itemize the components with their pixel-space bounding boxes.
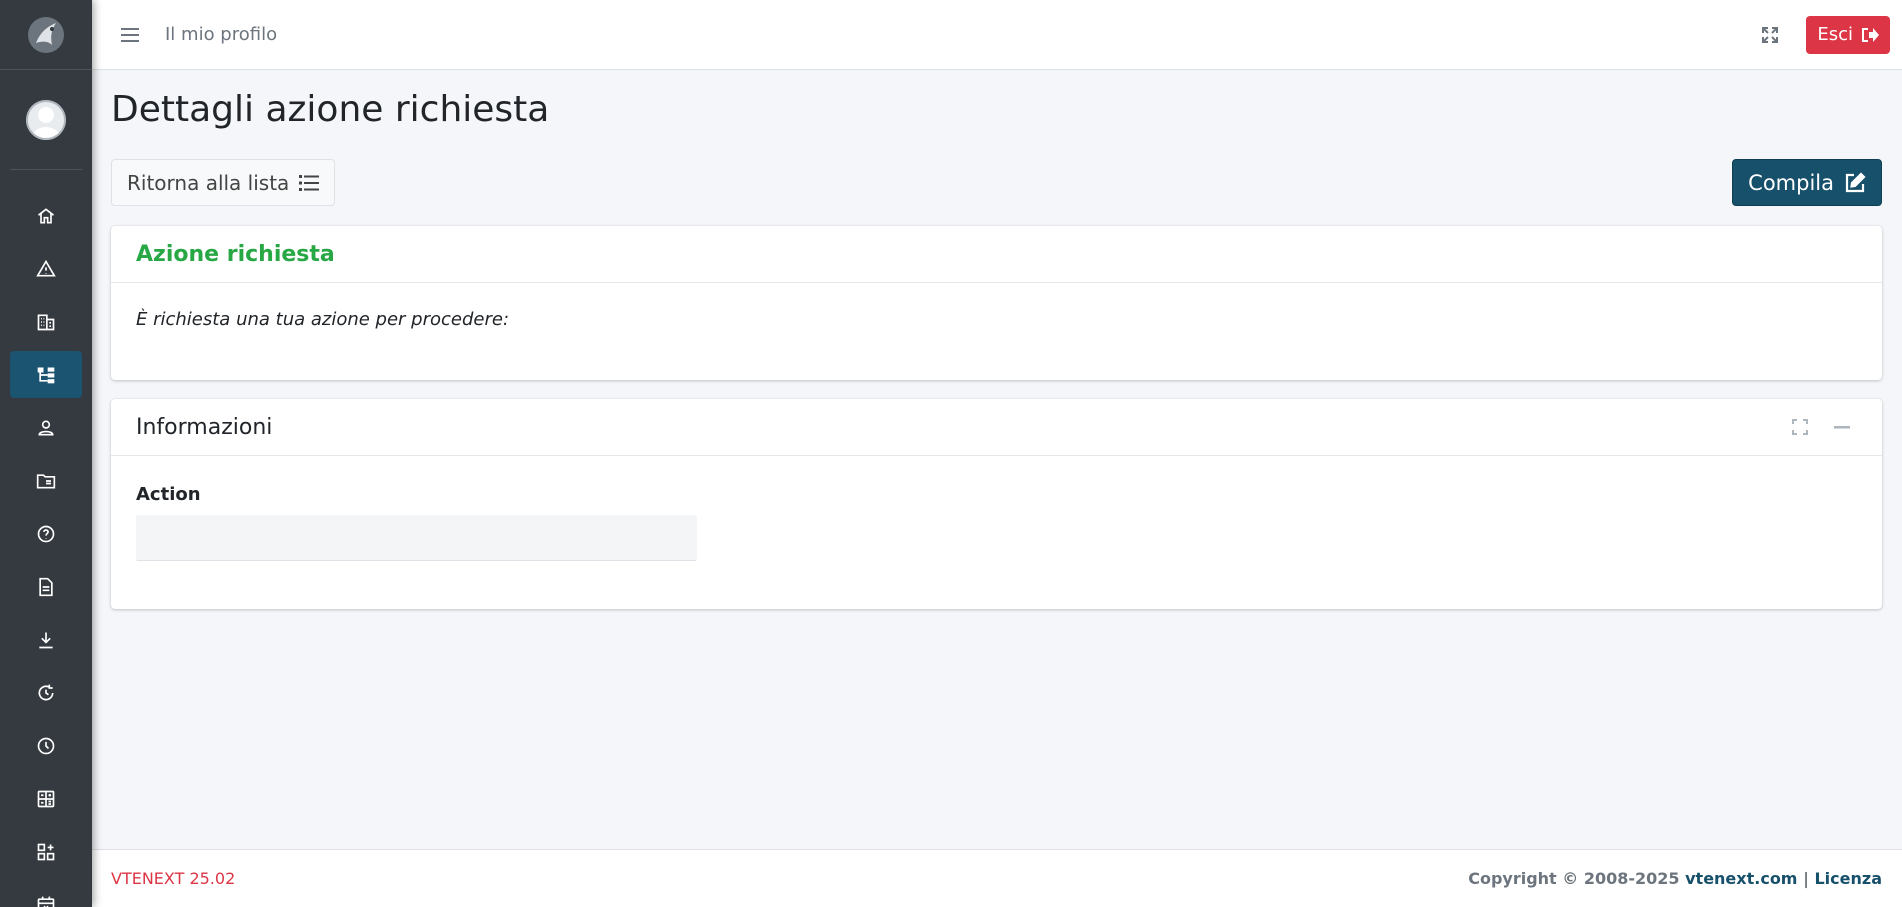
fullscreen-button[interactable]: [1750, 15, 1790, 55]
folder-icon: [36, 473, 56, 488]
license-link[interactable]: Licenza: [1814, 869, 1882, 888]
required-action-header: Azione richiesta: [111, 226, 1882, 283]
sidebar-item-processes[interactable]: [10, 351, 82, 398]
edit-icon: [1845, 171, 1866, 192]
fill-form-label: Compila: [1748, 170, 1834, 195]
topbar-right: Esci: [1750, 15, 1890, 55]
help-icon: [37, 525, 55, 542]
sidebar-item-quotes[interactable]: [10, 775, 82, 822]
user-icon: [38, 420, 54, 435]
warning-icon: [36, 259, 56, 276]
sidebar-item-companies[interactable]: [10, 298, 82, 345]
brand-logo[interactable]: [0, 0, 92, 70]
sidebar-item-downloads[interactable]: [10, 616, 82, 663]
sidebar-item-documents[interactable]: [10, 563, 82, 610]
sidebar-item-help[interactable]: [10, 510, 82, 557]
user-avatar-icon: [26, 99, 66, 140]
information-card: Informazioni Action: [111, 399, 1882, 609]
maximize-card-button[interactable]: [1785, 412, 1815, 442]
required-action-message: È richiesta una tua azione per procedere…: [136, 309, 510, 330]
list-icon: [299, 174, 320, 191]
hamburger-icon: [121, 27, 139, 42]
clock-icon: [37, 737, 55, 754]
main-content: Dettagli azione richiesta Ritorna alla l…: [92, 70, 1902, 850]
fill-form-button[interactable]: Compila: [1732, 159, 1882, 206]
sidebar-nav: [0, 192, 92, 907]
sidebar-item-contacts[interactable]: [10, 404, 82, 451]
sidebar: [0, 0, 92, 907]
collapse-card-button[interactable]: [1827, 412, 1857, 442]
sidebar-item-renewals[interactable]: [10, 669, 82, 716]
sidebar-item-documents-folder[interactable]: [10, 457, 82, 504]
minus-icon: [1834, 426, 1850, 429]
user-panel: [10, 70, 82, 170]
footer-separator: |: [1803, 869, 1809, 888]
information-title: Informazioni: [136, 414, 273, 440]
fullscreen-icon: [1762, 26, 1779, 43]
action-row: Ritorna alla lista Compila: [111, 159, 1882, 206]
page-title: Dettagli azione richiesta: [111, 89, 550, 130]
topbar: Il mio profilo Esci: [92, 0, 1902, 70]
back-to-list-button[interactable]: Ritorna alla lista: [111, 159, 336, 206]
sidebar-item-calendar[interactable]: [10, 881, 82, 907]
logout-button[interactable]: Esci: [1806, 15, 1890, 54]
menu-toggle-button[interactable]: [120, 25, 140, 45]
refresh-icon: [38, 684, 54, 700]
sidebar-item-services[interactable]: [10, 828, 82, 875]
document-icon: [39, 577, 53, 596]
action-field[interactable]: [136, 515, 697, 561]
building-icon: [37, 314, 55, 330]
expand-icon: [1792, 419, 1808, 435]
apps-icon: [37, 843, 55, 860]
profile-link[interactable]: Il mio profilo: [165, 24, 277, 45]
sidebar-item-home[interactable]: [10, 192, 82, 239]
logout-label: Esci: [1817, 24, 1853, 45]
avatar[interactable]: [26, 99, 66, 140]
required-action-title: Azione richiesta: [136, 241, 335, 267]
sitemap-icon: [37, 367, 55, 383]
calculator-icon: [37, 790, 55, 807]
home-icon: [37, 207, 55, 223]
calendar-x-icon: [37, 896, 55, 907]
sidebar-item-timecards[interactable]: [10, 722, 82, 769]
sidebar-item-alerts[interactable]: [10, 245, 82, 292]
action-field-label: Action: [136, 484, 201, 505]
information-body: Action: [111, 456, 1882, 583]
copyright: Copyright © 2008-2025 vtenext.com | Lice…: [1468, 869, 1882, 888]
version-label: VTENEXT 25.02: [111, 869, 236, 888]
required-action-body: È richiesta una tua azione per procedere…: [111, 283, 1882, 352]
copyright-text: Copyright © 2008-2025: [1468, 869, 1680, 888]
logo-icon: [28, 16, 64, 53]
required-action-card: Azione richiesta È richiesta una tua azi…: [111, 226, 1882, 380]
footer: VTENEXT 25.02 Copyright © 2008-2025 vten…: [92, 849, 1902, 907]
sign-out-icon: [1862, 27, 1879, 42]
vtenext-link[interactable]: vtenext.com: [1685, 869, 1797, 888]
information-header: Informazioni: [111, 399, 1882, 456]
back-to-list-label: Ritorna alla lista: [127, 170, 290, 195]
download-icon: [39, 632, 53, 648]
card-tools: [1773, 412, 1857, 442]
